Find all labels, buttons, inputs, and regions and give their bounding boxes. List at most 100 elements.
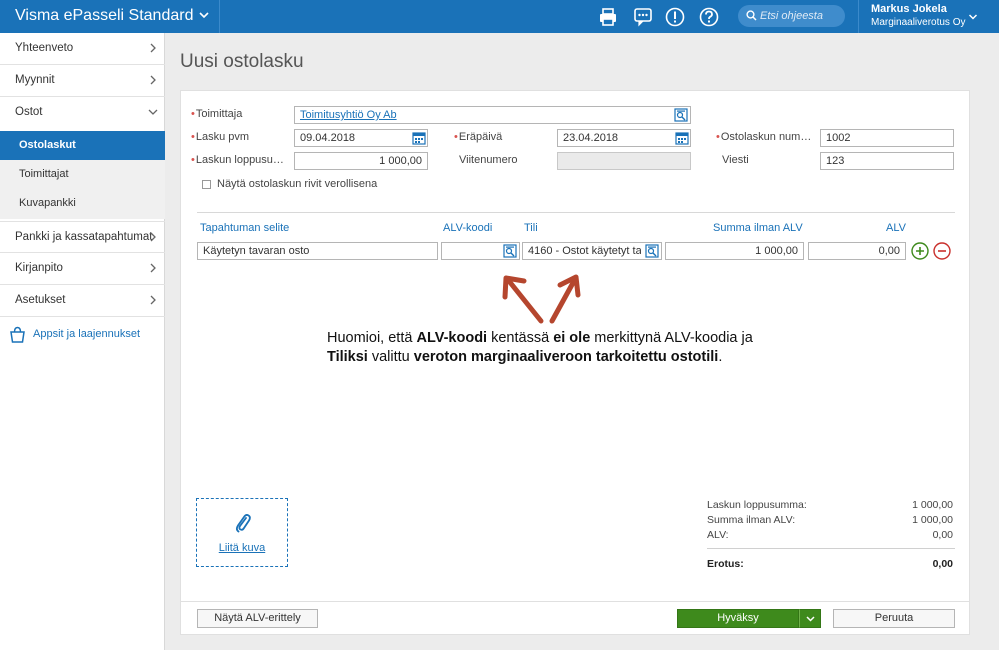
sidebar-item-label: Ostot (15, 106, 43, 118)
calendar-icon[interactable] (412, 131, 426, 145)
invoice-number-label: •Ostolaskun num… (716, 131, 812, 143)
approve-options-button[interactable] (799, 609, 821, 628)
sidebar-item-label: Kuvapankki (19, 197, 76, 209)
invoice-date-label: •Lasku pvm (191, 131, 250, 143)
due-date-input[interactable] (557, 129, 691, 147)
chevron-down-icon (806, 616, 815, 622)
top-bar: Visma ePasseli Standard Markus Jokela Ma… (0, 0, 999, 33)
sidebar-item-ostolaskut[interactable]: Ostolaskut (0, 131, 165, 160)
paperclip-icon (235, 514, 251, 533)
sidebar: Yhteenveto Myynnit Ostot Ostolaskut Toim… (0, 33, 165, 650)
reference-label: Viitenumero (459, 154, 518, 166)
search-icon (746, 10, 757, 21)
invoice-total-input[interactable] (294, 152, 428, 170)
sidebar-item-label: Ostolaskut (19, 139, 76, 151)
divider (707, 548, 955, 549)
sidebar-item-pankki[interactable]: Pankki ja kassatapahtumat (0, 221, 165, 253)
remove-row-icon[interactable] (933, 242, 951, 260)
sidebar-item-label: Asetukset (15, 294, 66, 306)
chevron-right-icon (150, 232, 156, 242)
annotation-arrows (502, 274, 581, 324)
row-description-input[interactable] (197, 242, 438, 260)
chevron-right-icon (150, 295, 156, 305)
vat-label: ALV: (707, 529, 729, 541)
print-icon[interactable] (597, 6, 619, 28)
chevron-right-icon (150, 43, 156, 53)
col-account: Tili (524, 222, 538, 234)
col-sum-without-vat: Summa ilman ALV (713, 222, 803, 234)
help-search[interactable] (738, 5, 845, 27)
approve-button[interactable]: Hyväksy (677, 609, 799, 628)
show-with-vat-checkbox[interactable] (202, 180, 211, 189)
row-sum-input[interactable] (665, 242, 804, 260)
lookup-icon[interactable] (674, 108, 688, 122)
divider (219, 0, 220, 33)
page-title: Uusi ostolasku (180, 51, 304, 72)
due-date-label: •Eräpäivä (454, 131, 503, 143)
sidebar-item-label: Toimittajat (19, 168, 69, 180)
supplier-value[interactable]: Toimitusyhtiö Oy Ab (300, 109, 397, 121)
help-search-input[interactable] (760, 8, 842, 24)
sidebar-item-label: Yhteenveto (15, 42, 74, 54)
chat-icon[interactable] (632, 6, 654, 28)
row-account-input[interactable] (522, 242, 662, 260)
cancel-button[interactable]: Peruuta (833, 609, 955, 628)
help-icon[interactable] (698, 6, 720, 28)
sidebar-item-myynnit[interactable]: Myynnit (0, 65, 165, 97)
col-vat-code: ALV-koodi (443, 222, 493, 234)
show-with-vat-label[interactable]: Näytä ostolaskun rivit verollisena (217, 178, 377, 190)
invoice-number-input[interactable] (820, 129, 954, 147)
alert-icon[interactable] (664, 6, 686, 28)
calendar-icon[interactable] (675, 131, 689, 145)
total-value: 1 000,00 (912, 499, 953, 511)
annotation-arrow-right (549, 278, 577, 324)
divider (858, 0, 859, 33)
attach-image-dropzone[interactable]: Liitä kuva (196, 498, 288, 567)
sidebar-item-label: Pankki ja kassatapahtumat (15, 231, 153, 243)
app-title[interactable]: Visma ePasseli Standard (15, 7, 193, 25)
apps-link-label: Appsit ja laajennukset (33, 328, 141, 340)
lookup-icon[interactable] (503, 244, 517, 258)
difference-value: 0,00 (932, 558, 953, 570)
chevron-right-icon (150, 263, 156, 273)
sidebar-item-ostot[interactable]: Ostot (0, 97, 165, 129)
sum-without-vat-label: Summa ilman ALV: (707, 514, 796, 526)
sidebar-item-asetukset[interactable]: Asetukset (0, 285, 165, 317)
chevron-right-icon (150, 75, 156, 85)
annotation-arrow-left (506, 278, 544, 324)
add-row-icon[interactable] (911, 242, 929, 260)
col-vat: ALV (886, 222, 906, 234)
sidebar-item-label: Myynnit (15, 74, 55, 86)
col-description: Tapahtuman selite (200, 222, 290, 234)
difference-label: Erotus: (707, 558, 744, 570)
supplier-label: •Toimittaja (191, 108, 243, 120)
divider (197, 212, 955, 213)
user-company[interactable]: Marginaaliverotus Oy (871, 17, 965, 28)
reference-input (557, 152, 691, 170)
sidebar-item-yhteenveto[interactable]: Yhteenveto (0, 33, 165, 65)
row-vat-input[interactable] (808, 242, 906, 260)
vat-value: 0,00 (932, 529, 953, 541)
chevron-down-icon (148, 109, 158, 115)
sidebar-item-kirjanpito[interactable]: Kirjanpito (0, 253, 165, 285)
total-label: Laskun loppusumma: (707, 499, 807, 511)
apps-link[interactable]: Appsit ja laajennukset (9, 325, 159, 345)
sidebar-item-kuvapankki[interactable]: Kuvapankki (0, 189, 165, 218)
chevron-down-icon[interactable] (968, 12, 978, 22)
supplier-field[interactable]: Toimitusyhtiö Oy Ab (294, 106, 691, 124)
chevron-down-icon[interactable] (198, 9, 210, 21)
annotation-note: Huomioi, että ALV-koodi kentässä ei ole … (327, 330, 753, 365)
divider (181, 601, 969, 602)
sidebar-item-label: Kirjanpito (15, 262, 63, 274)
sum-without-vat-value: 1 000,00 (912, 514, 953, 526)
message-input[interactable] (820, 152, 954, 170)
user-name[interactable]: Markus Jokela (871, 3, 947, 15)
invoice-total-label: •Laskun loppusu… (191, 154, 284, 166)
vat-breakdown-button[interactable]: Näytä ALV-erittely (197, 609, 318, 628)
sidebar-item-toimittajat[interactable]: Toimittajat (0, 160, 165, 189)
lookup-icon[interactable] (645, 244, 659, 258)
invoice-date-input[interactable] (294, 129, 428, 147)
invoice-panel: •Toimittaja Toimitusyhtiö Oy Ab •Lasku p… (180, 90, 970, 635)
shopping-bag-icon (10, 326, 25, 343)
attach-image-label[interactable]: Liitä kuva (197, 542, 287, 554)
